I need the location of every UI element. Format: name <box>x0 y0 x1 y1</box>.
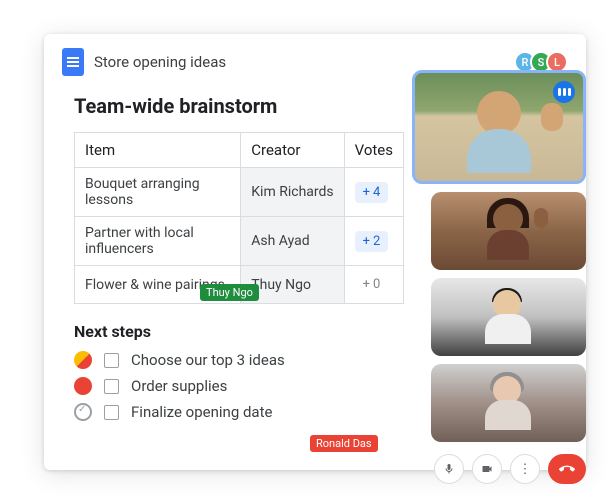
checkbox[interactable] <box>104 405 119 420</box>
th-votes[interactable]: Votes <box>344 133 403 168</box>
more-icon: ⋮ <box>519 462 532 477</box>
cell-votes[interactable]: +2 <box>344 217 403 266</box>
vote-count: 4 <box>373 185 380 200</box>
mic-button[interactable] <box>434 454 464 484</box>
camera-button[interactable] <box>472 454 502 484</box>
assignee-icon[interactable] <box>74 351 92 369</box>
cell-votes[interactable]: +4 <box>344 168 403 217</box>
brainstorm-table: Item Creator Votes Bouquet arranging les… <box>74 132 404 304</box>
speaking-indicator-icon <box>553 81 575 103</box>
cell-creator[interactable]: Kim Richards <box>241 168 344 217</box>
hangup-icon <box>559 461 575 477</box>
video-tile[interactable] <box>431 364 586 442</box>
table-row: Partner with local influencers Ash Ayad … <box>75 217 404 266</box>
vote-count: 0 <box>373 277 380 292</box>
camera-icon <box>481 463 493 475</box>
live-cursor-tag: Thuy Ngo <box>200 284 259 301</box>
assignee-icon[interactable] <box>74 403 92 421</box>
docs-icon[interactable] <box>62 48 84 76</box>
task-label[interactable]: Finalize opening date <box>131 403 272 421</box>
document-title[interactable]: Store opening ideas <box>94 53 510 71</box>
video-tile[interactable] <box>431 192 586 270</box>
task-label[interactable]: Choose our top 3 ideas <box>131 351 285 369</box>
mic-icon <box>443 463 455 475</box>
more-button[interactable]: ⋮ <box>510 454 540 484</box>
cell-item[interactable]: Partner with local influencers <box>75 217 241 266</box>
checkbox[interactable] <box>104 353 119 368</box>
task-label[interactable]: Order supplies <box>131 377 227 395</box>
cell-votes[interactable]: +0 <box>344 266 403 304</box>
vote-count: 2 <box>373 234 380 249</box>
video-call-panel: ⋮ <box>431 70 586 484</box>
live-cursor-tag: Ronald Das <box>310 435 378 452</box>
table-header-row: Item Creator Votes <box>75 133 404 168</box>
th-item[interactable]: Item <box>75 133 241 168</box>
call-controls: ⋮ <box>431 454 586 484</box>
th-creator[interactable]: Creator <box>241 133 344 168</box>
video-tile[interactable] <box>431 278 586 356</box>
table-row: Bouquet arranging lessons Kim Richards +… <box>75 168 404 217</box>
hangup-button[interactable] <box>548 454 586 484</box>
cell-creator[interactable]: Ash Ayad <box>241 217 344 266</box>
video-tile-main[interactable] <box>412 70 586 184</box>
assignee-icon[interactable] <box>74 377 92 395</box>
checkbox[interactable] <box>104 379 119 394</box>
cell-item[interactable]: Bouquet arranging lessons <box>75 168 241 217</box>
